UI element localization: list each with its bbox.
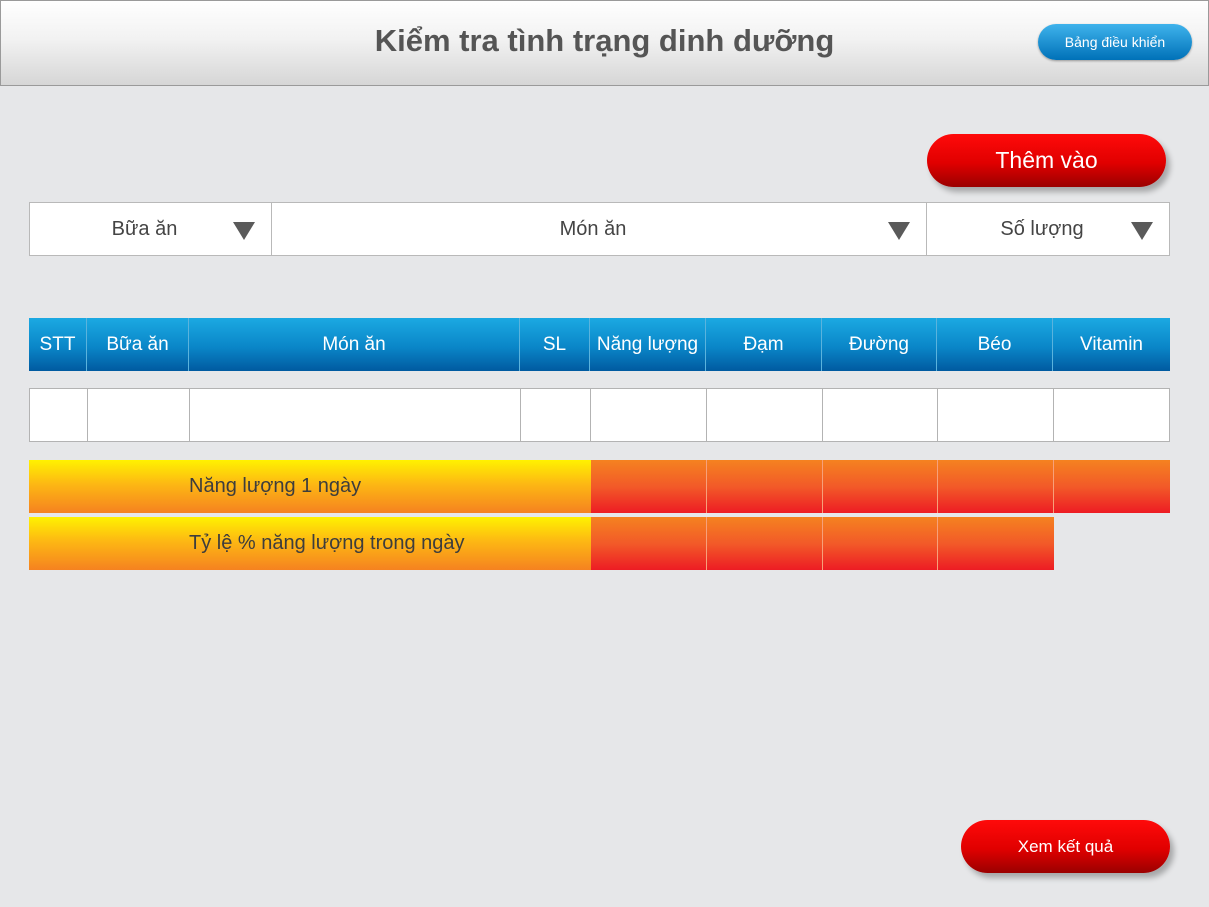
table-cell bbox=[88, 389, 190, 441]
summary-cell bbox=[823, 460, 938, 513]
page-title: Kiểm tra tình trạng dinh dưỡng bbox=[374, 23, 835, 58]
daily-percent-label: Tỷ lệ % năng lượng trong ngày bbox=[29, 517, 591, 570]
table-cell bbox=[938, 389, 1054, 441]
daily-percent-row: Tỷ lệ % năng lượng trong ngày bbox=[29, 517, 1054, 570]
column-header-dish: Món ăn bbox=[189, 318, 520, 371]
table-cell bbox=[707, 389, 823, 441]
meal-select[interactable]: Bữa ăn bbox=[30, 203, 272, 255]
column-header-fat: Béo bbox=[937, 318, 1053, 371]
summary-cell bbox=[707, 517, 823, 570]
table-cell bbox=[190, 389, 521, 441]
triangle-down-icon bbox=[233, 222, 255, 240]
nutrition-table-header: STT Bữa ăn Món ăn SL Năng lượng Đạm Đườn… bbox=[29, 318, 1170, 371]
table-cell bbox=[823, 389, 938, 441]
triangle-down-icon bbox=[1131, 222, 1153, 240]
column-header-protein: Đạm bbox=[706, 318, 822, 371]
summary-cell bbox=[938, 460, 1054, 513]
quantity-select[interactable]: Số lượng bbox=[927, 203, 1169, 255]
table-cell bbox=[30, 389, 88, 441]
triangle-down-icon bbox=[888, 222, 910, 240]
table-cell bbox=[591, 389, 707, 441]
daily-energy-label: Năng lượng 1 ngày bbox=[29, 460, 591, 513]
dish-select[interactable]: Món ăn bbox=[272, 203, 927, 255]
summary-cell bbox=[591, 460, 707, 513]
view-result-button[interactable]: Xem kết quả bbox=[961, 820, 1170, 873]
summary-cell bbox=[823, 517, 938, 570]
summary-cell bbox=[938, 517, 1054, 570]
table-row bbox=[29, 388, 1170, 442]
food-selector-row: Bữa ăn Món ăn Số lượng bbox=[29, 202, 1170, 256]
dashboard-button[interactable]: Bảng điều khiển bbox=[1038, 24, 1192, 60]
summary-cell bbox=[707, 460, 823, 513]
column-header-meal: Bữa ăn bbox=[87, 318, 189, 371]
dish-select-label: Món ăn bbox=[559, 217, 627, 240]
column-header-sugar: Đường bbox=[822, 318, 937, 371]
column-header-quantity: SL bbox=[520, 318, 590, 371]
add-button[interactable]: Thêm vào bbox=[927, 134, 1166, 187]
column-header-vitamin: Vitamin bbox=[1079, 333, 1143, 355]
header-bar: Kiểm tra tình trạng dinh dưỡng Bảng điều… bbox=[0, 0, 1209, 86]
table-cell bbox=[521, 389, 591, 441]
summary-cell bbox=[591, 517, 707, 570]
daily-energy-row: Năng lượng 1 ngày bbox=[29, 460, 1170, 513]
column-header-energy: Năng lượng bbox=[590, 318, 706, 371]
column-header-stt: STT bbox=[29, 318, 87, 371]
summary-cell bbox=[1054, 460, 1170, 513]
table-cell bbox=[1054, 389, 1169, 441]
